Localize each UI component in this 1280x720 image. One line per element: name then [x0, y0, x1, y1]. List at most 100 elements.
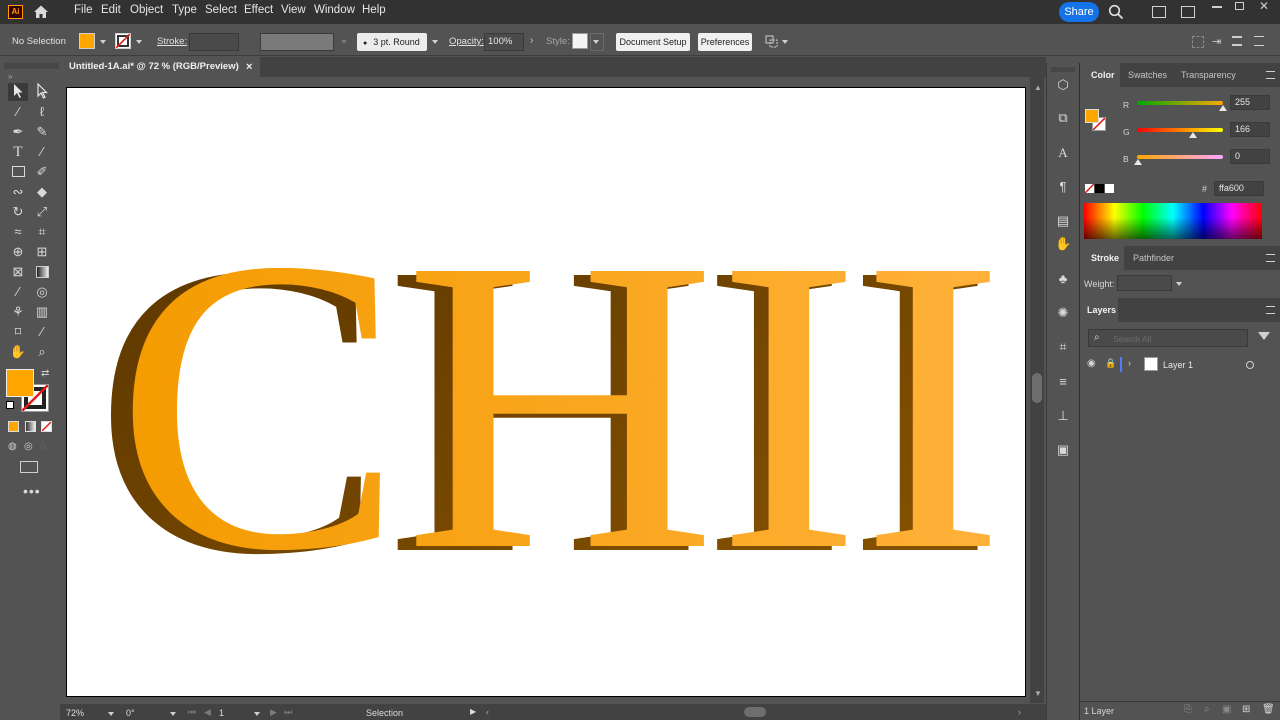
fill-color-box[interactable] — [6, 369, 34, 397]
b-slider[interactable] — [1137, 155, 1223, 159]
chevron-down-icon[interactable] — [1176, 282, 1182, 286]
menu-window[interactable]: Window — [314, 4, 355, 16]
rectangle-tool-icon[interactable] — [8, 163, 28, 181]
transform-icon[interactable]: ⇥ — [1212, 35, 1226, 49]
hand-tool-icon[interactable]: ✋ — [8, 343, 28, 361]
puppet-warp-icon[interactable]: ✋ — [1055, 236, 1071, 252]
lasso-tool-icon[interactable]: ℓ — [32, 103, 52, 121]
pen-tool-icon[interactable]: ✒ — [8, 123, 28, 141]
chevron-down-icon[interactable] — [108, 712, 114, 716]
artboards-panel-icon[interactable]: ▣ — [1055, 442, 1071, 458]
image-trace-icon[interactable]: ⧉ — [1055, 110, 1071, 126]
visibility-eye-icon[interactable]: ◉ — [1087, 358, 1096, 369]
white-swatch[interactable] — [1105, 184, 1114, 193]
curvature-tool-icon[interactable]: ✎ — [32, 123, 52, 141]
new-layer-icon[interactable]: ⊞ — [1242, 704, 1250, 715]
magic-wand-tool-icon[interactable]: ⁄ — [8, 103, 28, 121]
gradient-mode-icon[interactable] — [25, 421, 36, 432]
vertical-scrollbar[interactable]: ▲ ▼ — [1030, 77, 1044, 703]
chevron-down-icon[interactable] — [432, 40, 438, 44]
align-icon[interactable] — [1192, 36, 1204, 48]
previous-artboard-icon[interactable]: ◀ — [204, 707, 211, 718]
g-slider[interactable] — [1137, 128, 1223, 132]
links-icon[interactable]: ⌗ — [1055, 339, 1071, 355]
chevron-down-icon[interactable] — [170, 712, 176, 716]
collect-export-icon[interactable]: ⎘ — [1184, 704, 1192, 715]
collapse-strip-icon[interactable] — [1051, 67, 1075, 72]
close-tab-icon[interactable]: × — [246, 57, 252, 77]
gradient-tool-icon[interactable] — [32, 263, 52, 281]
eyedropper-tool-icon[interactable]: ⁄ — [8, 283, 28, 301]
opacity-label[interactable]: Opacity: — [449, 36, 484, 47]
status-menu-arrow[interactable]: ▶ — [470, 707, 476, 716]
share-button[interactable]: Share — [1059, 2, 1099, 22]
chevron-right-icon[interactable]: › — [530, 35, 533, 46]
target-circle-icon[interactable] — [1246, 361, 1254, 369]
chevron-down-icon[interactable] — [782, 40, 788, 44]
tab-swatches[interactable]: Swatches — [1128, 70, 1167, 80]
slice-tool-icon[interactable]: ⁄ — [32, 323, 52, 341]
opacity-field[interactable]: 100% — [484, 33, 524, 51]
hex-value[interactable]: ffa600 — [1214, 181, 1264, 196]
perspective-grid-tool-icon[interactable]: ⊞ — [32, 243, 52, 261]
color-spectrum[interactable] — [1084, 203, 1262, 239]
chevron-down-icon[interactable] — [100, 40, 106, 44]
paintbrush-tool-icon[interactable]: ✐ — [32, 163, 52, 181]
panel-menu-icon[interactable] — [1266, 306, 1275, 314]
zoom-tool-icon[interactable]: ⌕ — [32, 343, 52, 361]
line-tool-icon[interactable]: ⁄ — [32, 143, 52, 161]
b-value[interactable]: 0 — [1230, 149, 1270, 164]
default-fill-stroke-icon[interactable] — [6, 401, 14, 409]
filter-icon[interactable] — [1258, 332, 1270, 340]
none-swatch[interactable] — [1084, 183, 1095, 194]
minimize-icon[interactable] — [1212, 6, 1222, 8]
preferences-button[interactable]: Preferences — [698, 33, 752, 51]
document-tab[interactable]: Untitled-1A.ai* @ 72 % (RGB/Preview) × — [60, 57, 260, 77]
menu-file[interactable]: File — [74, 4, 93, 16]
column-graph-tool-icon[interactable]: ▥ — [32, 303, 52, 321]
stroke-weight-stepper[interactable] — [189, 33, 239, 51]
g-value[interactable]: 166 — [1230, 122, 1270, 137]
panel-fill-swatch[interactable] — [1085, 109, 1099, 123]
stroke-label[interactable]: Stroke: — [157, 36, 187, 47]
selection-tool-icon[interactable] — [8, 83, 28, 101]
character-icon[interactable]: A — [1055, 145, 1071, 161]
chevron-down-icon[interactable] — [136, 40, 142, 44]
document-setup-button[interactable]: Document Setup — [616, 33, 690, 51]
tab-pathfinder[interactable]: Pathfinder — [1133, 253, 1174, 263]
arrange-documents-icon[interactable] — [1152, 6, 1166, 18]
type-tool-icon[interactable]: T — [8, 143, 28, 161]
weight-stepper[interactable] — [1117, 275, 1172, 291]
scroll-right-arrow[interactable]: › — [1018, 707, 1021, 717]
rotation-value[interactable]: 0° — [126, 708, 135, 718]
tab-stroke[interactable]: Stroke — [1091, 253, 1119, 263]
b-slider-thumb[interactable] — [1134, 159, 1142, 165]
tab-layers[interactable]: Layers — [1087, 305, 1116, 315]
panel-menu-icon[interactable] — [1266, 71, 1275, 79]
tab-color[interactable]: Color — [1091, 70, 1115, 80]
draw-mode-icon[interactable]: ◍ — [8, 441, 17, 452]
mesh-tool-icon[interactable]: ⊠ — [8, 263, 28, 281]
layer-row[interactable]: ◉ 🔒 › Layer 1 — [1080, 355, 1280, 375]
last-artboard-icon[interactable]: ⏭ — [284, 707, 292, 718]
artboard-tool-icon[interactable]: ⌑ — [8, 323, 28, 341]
black-swatch[interactable] — [1095, 184, 1104, 193]
panel-menu-icon[interactable] — [1266, 254, 1275, 262]
direct-selection-tool-icon[interactable] — [32, 82, 52, 101]
canvas-area[interactable]: CHII CHII — [60, 77, 1046, 703]
eraser-tool-icon[interactable]: ◆ — [32, 183, 52, 201]
close-window-icon[interactable]: ✕ — [1259, 0, 1271, 12]
properties-icon[interactable]: ▤ — [1055, 213, 1071, 229]
menu-edit[interactable]: Edit — [101, 4, 121, 16]
shape-builder-tool-icon[interactable]: ⊕ — [8, 243, 28, 261]
search-icon[interactable] — [1108, 4, 1124, 20]
symbol-sprayer-tool-icon[interactable]: ⚘ — [8, 303, 28, 321]
screen-mode-icon[interactable] — [20, 461, 38, 473]
graphic-styles-icon[interactable]: ≡ — [1055, 374, 1071, 390]
style-swatch[interactable] — [572, 33, 588, 49]
width-tool-icon[interactable]: ≈ — [8, 223, 28, 241]
brush-definition[interactable]: ● 3 pt. Round — [357, 33, 427, 51]
trash-icon[interactable]: 🗑 — [1262, 704, 1275, 715]
menu-help[interactable]: Help — [362, 4, 386, 16]
align-panel-icon[interactable]: ⊥ — [1055, 408, 1071, 424]
